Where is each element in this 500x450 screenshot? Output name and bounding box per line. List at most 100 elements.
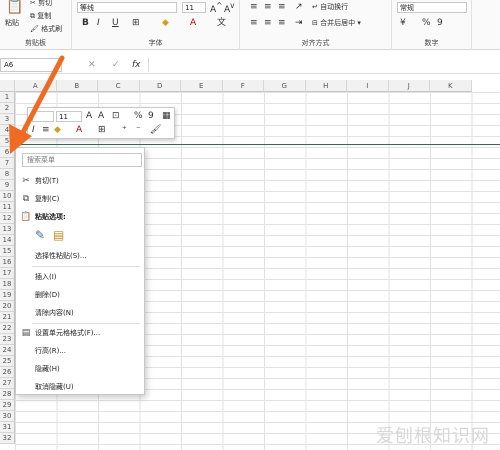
underline-icon[interactable]: U — [112, 18, 119, 28]
row-header[interactable]: 10 — [0, 191, 15, 202]
menu-item-hide[interactable]: 隐藏(H) — [16, 361, 144, 377]
currency-icon[interactable]: ¥ — [400, 18, 406, 28]
right-align-icon[interactable]: ≡ — [278, 18, 286, 28]
middle-align-icon[interactable]: ≡ — [264, 2, 272, 12]
formula-input[interactable] — [148, 58, 498, 72]
row-header[interactable]: 20 — [0, 301, 15, 312]
border-icon[interactable]: ⊞ — [132, 18, 140, 28]
mini-increase-font-icon[interactable]: A — [86, 111, 92, 121]
paste-values-icon[interactable]: ▤ — [53, 229, 64, 241]
column-header[interactable]: I — [347, 80, 389, 92]
row-header[interactable]: 25 — [0, 356, 15, 367]
row-header[interactable]: 15 — [0, 246, 15, 257]
row-header[interactable]: 14 — [0, 235, 15, 246]
row-header[interactable]: 32 — [0, 433, 15, 444]
column-header[interactable]: H — [305, 80, 347, 92]
row-header[interactable]: 1 — [0, 92, 15, 103]
merge-center-button[interactable]: ⊟ 合并后居中 ▾ — [312, 18, 361, 28]
mini-align-icon[interactable]: ≡ — [42, 125, 50, 135]
center-align-icon[interactable]: ≡ — [264, 18, 272, 28]
column-header[interactable]: E — [181, 80, 223, 92]
row-header[interactable]: 23 — [0, 334, 15, 345]
menu-item-paste-special[interactable]: 选择性粘贴(S)... — [16, 248, 144, 264]
mini-decrease-font-icon[interactable]: A — [98, 111, 104, 121]
phonetic-icon[interactable]: 文 — [217, 18, 226, 28]
mini-increase-decimal-icon[interactable]: ⁺ — [122, 125, 127, 135]
menu-item-insert[interactable]: 插入(I) — [16, 269, 144, 285]
row-header[interactable]: 11 — [0, 202, 15, 213]
copy-button[interactable]: ⧉ 复制 — [30, 11, 51, 21]
mini-percent-icon[interactable]: % — [134, 111, 143, 121]
row-header[interactable]: 7 — [0, 158, 15, 169]
decrease-font-icon[interactable]: Av — [224, 1, 235, 15]
paste-icon[interactable]: 📋 — [6, 0, 23, 14]
fill-color-icon[interactable]: ◆ — [162, 18, 169, 28]
font-color-icon[interactable]: A — [190, 18, 196, 28]
row-header[interactable]: 31 — [0, 422, 15, 433]
mini-font-color-icon[interactable]: A — [76, 125, 82, 135]
menu-search-input[interactable]: 搜索菜单 — [22, 153, 142, 167]
indent-icon[interactable]: ⇥ — [295, 18, 303, 28]
mini-currency-format-icon[interactable]: ⊡ — [112, 111, 120, 121]
row-header[interactable]: 27 — [0, 378, 15, 389]
wrap-text-button[interactable]: ↵ 自动换行 — [312, 2, 348, 12]
column-header[interactable]: F — [222, 80, 264, 92]
row-header[interactable]: 5 — [0, 136, 15, 147]
bold-icon[interactable]: B — [82, 18, 89, 28]
cancel-icon[interactable]: ✕ — [88, 60, 96, 70]
row-header[interactable]: 12 — [0, 213, 15, 224]
select-all-corner[interactable] — [0, 80, 15, 92]
row-header[interactable]: 13 — [0, 224, 15, 235]
menu-item-format-cells[interactable]: ▤ 设置单元格格式(F)... — [16, 325, 144, 341]
orientation-icon[interactable]: ↗ — [295, 2, 303, 12]
top-align-icon[interactable]: ≡ — [250, 2, 258, 12]
mini-italic-icon[interactable]: I — [32, 125, 35, 135]
row-header[interactable]: 16 — [0, 257, 15, 268]
menu-item-unhide[interactable]: 取消隐藏(U) — [16, 379, 144, 395]
row-header[interactable]: 21 — [0, 312, 15, 323]
row-header[interactable]: 26 — [0, 367, 15, 378]
name-box[interactable]: A6 — [0, 58, 62, 72]
format-painter-button[interactable]: 🖌 格式刷 — [30, 24, 62, 34]
mini-table-format-icon[interactable]: ▦ — [162, 111, 171, 121]
mini-fill-color-icon[interactable]: ◆ — [54, 125, 61, 135]
paste-with-formatting-icon[interactable]: ✎ — [35, 229, 45, 241]
column-header[interactable]: C — [98, 80, 140, 92]
row-header[interactable]: 8 — [0, 169, 15, 180]
row-header[interactable]: 22 — [0, 323, 15, 334]
mini-format-painter-icon[interactable]: 🖌 — [150, 125, 161, 135]
confirm-icon[interactable]: ✓ — [112, 60, 120, 70]
row-header[interactable]: 6 — [0, 147, 15, 158]
left-align-icon[interactable]: ≡ — [250, 18, 258, 28]
row-header[interactable]: 24 — [0, 345, 15, 356]
italic-icon[interactable]: I — [97, 18, 100, 28]
row-header[interactable]: 9 — [0, 180, 15, 191]
row-header[interactable]: 17 — [0, 268, 15, 279]
font-size-dropdown[interactable]: 11 — [182, 2, 206, 13]
row-header[interactable]: 29 — [0, 400, 15, 411]
mini-comma-icon[interactable]: 9 — [148, 111, 154, 121]
row-header[interactable]: 18 — [0, 279, 15, 290]
bottom-align-icon[interactable]: ≡ — [278, 2, 286, 12]
column-header[interactable]: G — [264, 80, 306, 92]
fx-label[interactable]: fx — [132, 60, 141, 70]
menu-item-cut[interactable]: ✂ 剪切(T) — [16, 173, 144, 189]
percent-icon[interactable]: % — [422, 18, 431, 28]
menu-item-copy[interactable]: ⧉ 复制(C) — [16, 191, 144, 207]
row-header[interactable]: 30 — [0, 411, 15, 422]
increase-font-icon[interactable]: A^ — [210, 1, 222, 15]
column-header[interactable]: D — [139, 80, 181, 92]
row-header[interactable]: 4 — [0, 125, 15, 136]
menu-item-row-height[interactable]: 行高(R)... — [16, 343, 144, 359]
mini-font-size-dropdown[interactable]: 11 — [56, 111, 82, 122]
row-header[interactable]: 19 — [0, 290, 15, 301]
cut-button[interactable]: ✂ 剪切 — [30, 0, 52, 8]
row-header[interactable]: 28 — [0, 389, 15, 400]
column-header[interactable]: J — [388, 80, 430, 92]
mini-decrease-decimal-icon[interactable]: ⁻ — [136, 125, 141, 135]
row-header[interactable]: 3 — [0, 114, 15, 125]
paste-button[interactable]: 粘贴 — [5, 18, 19, 28]
font-name-dropdown[interactable]: 等线 — [77, 2, 177, 13]
mini-border-icon[interactable]: ⊞ — [98, 125, 106, 135]
column-header[interactable]: B — [56, 80, 98, 92]
